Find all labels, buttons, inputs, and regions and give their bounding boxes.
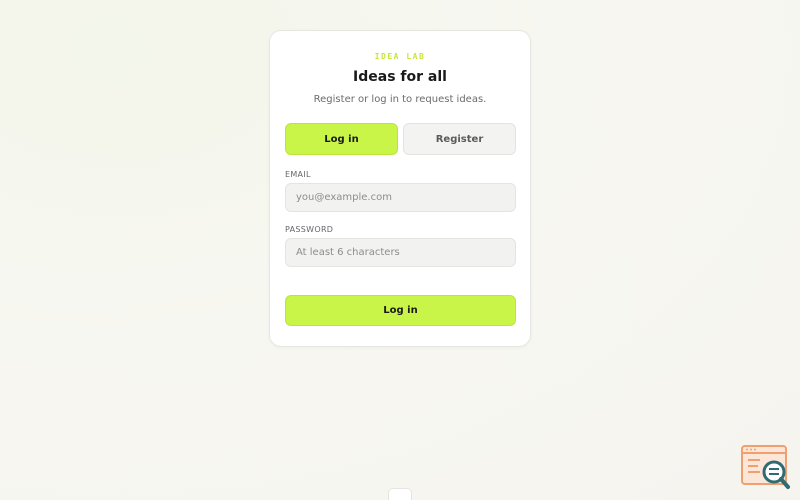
- email-label: EMAIL: [285, 170, 311, 179]
- search-browser-icon-graphic: [741, 445, 790, 489]
- password-label: PASSWORD: [285, 225, 334, 234]
- tab-register[interactable]: Register: [403, 123, 516, 155]
- auth-card: IDEA LAB Ideas for all Register or log i…: [269, 30, 531, 347]
- bottom-handle[interactable]: [388, 488, 412, 500]
- page-subtitle: Register or log in to request ideas.: [313, 94, 487, 105]
- password-field[interactable]: [285, 238, 516, 267]
- tab-log-in[interactable]: Log in: [285, 123, 398, 155]
- page-title: Ideas for all: [353, 69, 447, 85]
- brand-label: IDEA LAB: [374, 52, 426, 61]
- log-in-button[interactable]: Log in: [285, 295, 516, 326]
- auth-tabs: Log in Register: [285, 123, 516, 155]
- search-browser-icon[interactable]: [740, 444, 792, 492]
- email-field[interactable]: [285, 183, 516, 212]
